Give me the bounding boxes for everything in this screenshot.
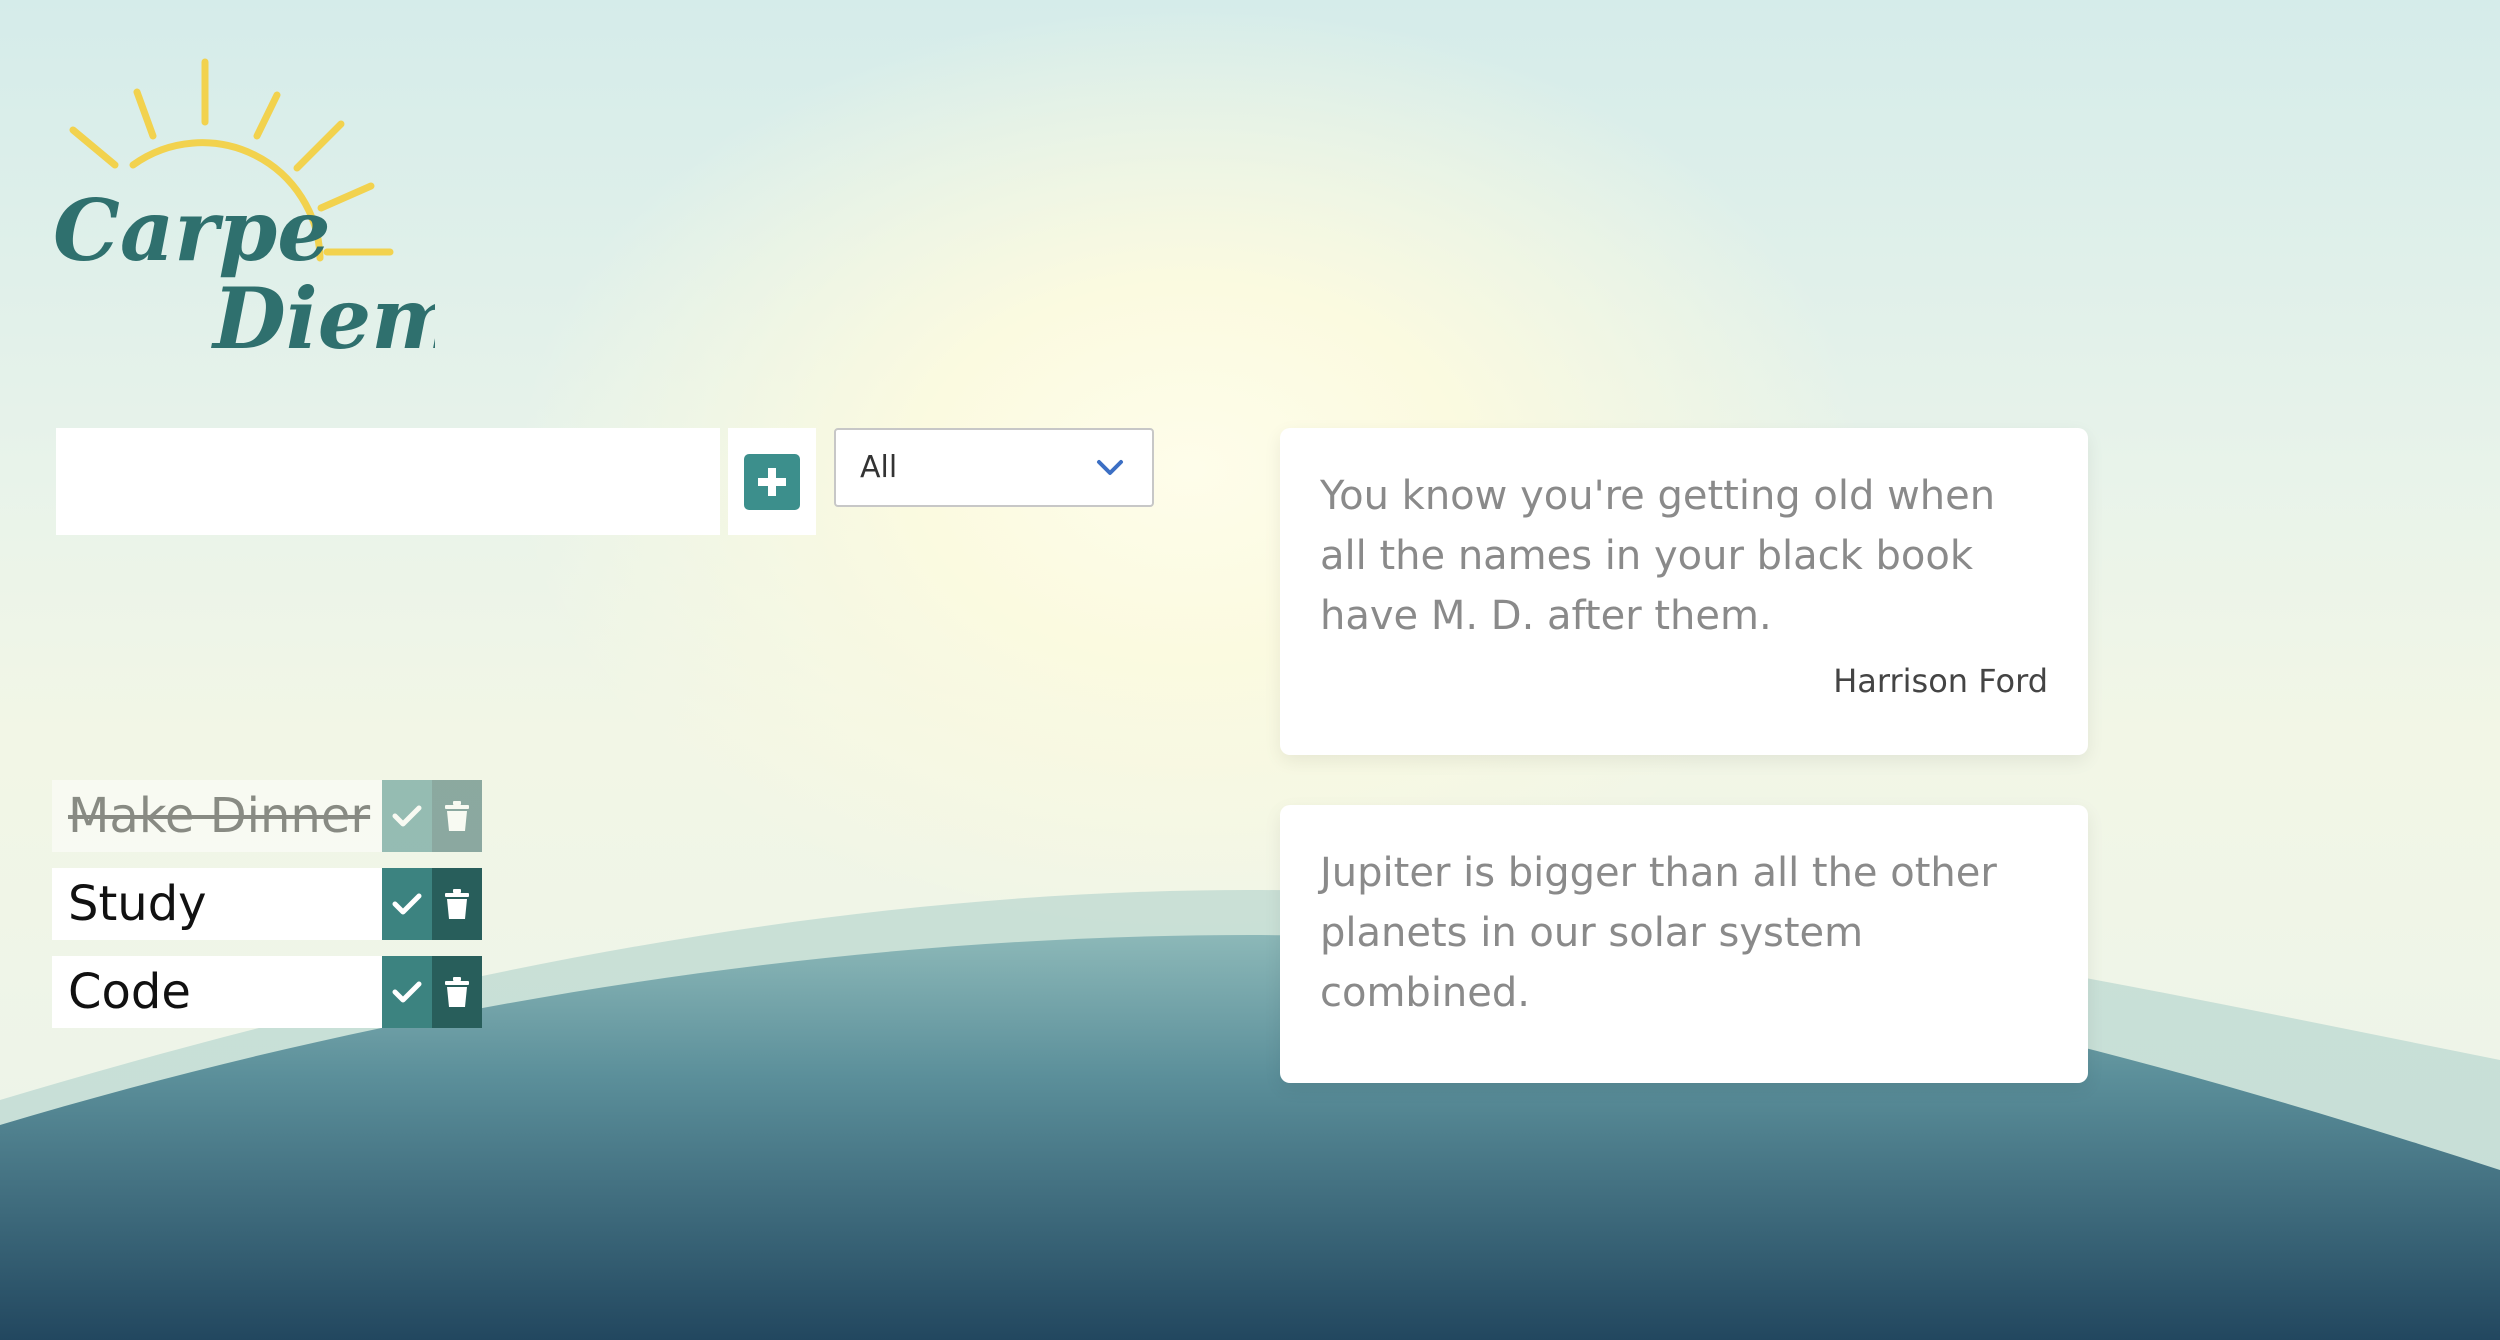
filter-selected-label: All [860,450,898,485]
todo-item-text: Make Dinner [52,780,382,852]
new-task-input[interactable] [56,428,720,535]
check-icon [392,893,422,915]
chevron-down-icon [1096,450,1124,485]
carpe-diem-logo: Carpe Diem [53,58,435,368]
todo-item-text: Study [52,868,382,940]
quote-text: You know you're getting old when all the… [1320,473,1996,639]
complete-button[interactable] [382,780,432,852]
fact-card: Jupiter is bigger than all the other pla… [1280,805,2088,1083]
todo-item: Code [52,956,482,1028]
delete-button[interactable] [432,780,482,852]
todo-item-text: Code [52,956,382,1028]
trash-icon [445,801,469,831]
logo-text-carpe: Carpe [53,181,331,280]
quote-author: Harrison Ford [1833,662,2048,700]
filter-select[interactable]: All [834,428,1154,507]
delete-button[interactable] [432,868,482,940]
trash-icon [445,889,469,919]
todo-list: Make Dinner Study Code [52,780,482,1044]
quote-card: You know you're getting old when all the… [1280,428,2088,755]
trash-icon [445,977,469,1007]
check-icon [392,981,422,1003]
todo-item: Make Dinner [52,780,482,852]
add-task-button[interactable] [728,428,816,535]
plus-icon [744,453,800,510]
delete-button[interactable] [432,956,482,1028]
logo-text-diem: Diem [211,269,435,368]
todo-item: Study [52,868,482,940]
fact-text: Jupiter is bigger than all the other pla… [1320,850,1997,1016]
check-icon [392,805,422,827]
complete-button[interactable] [382,868,432,940]
complete-button[interactable] [382,956,432,1028]
